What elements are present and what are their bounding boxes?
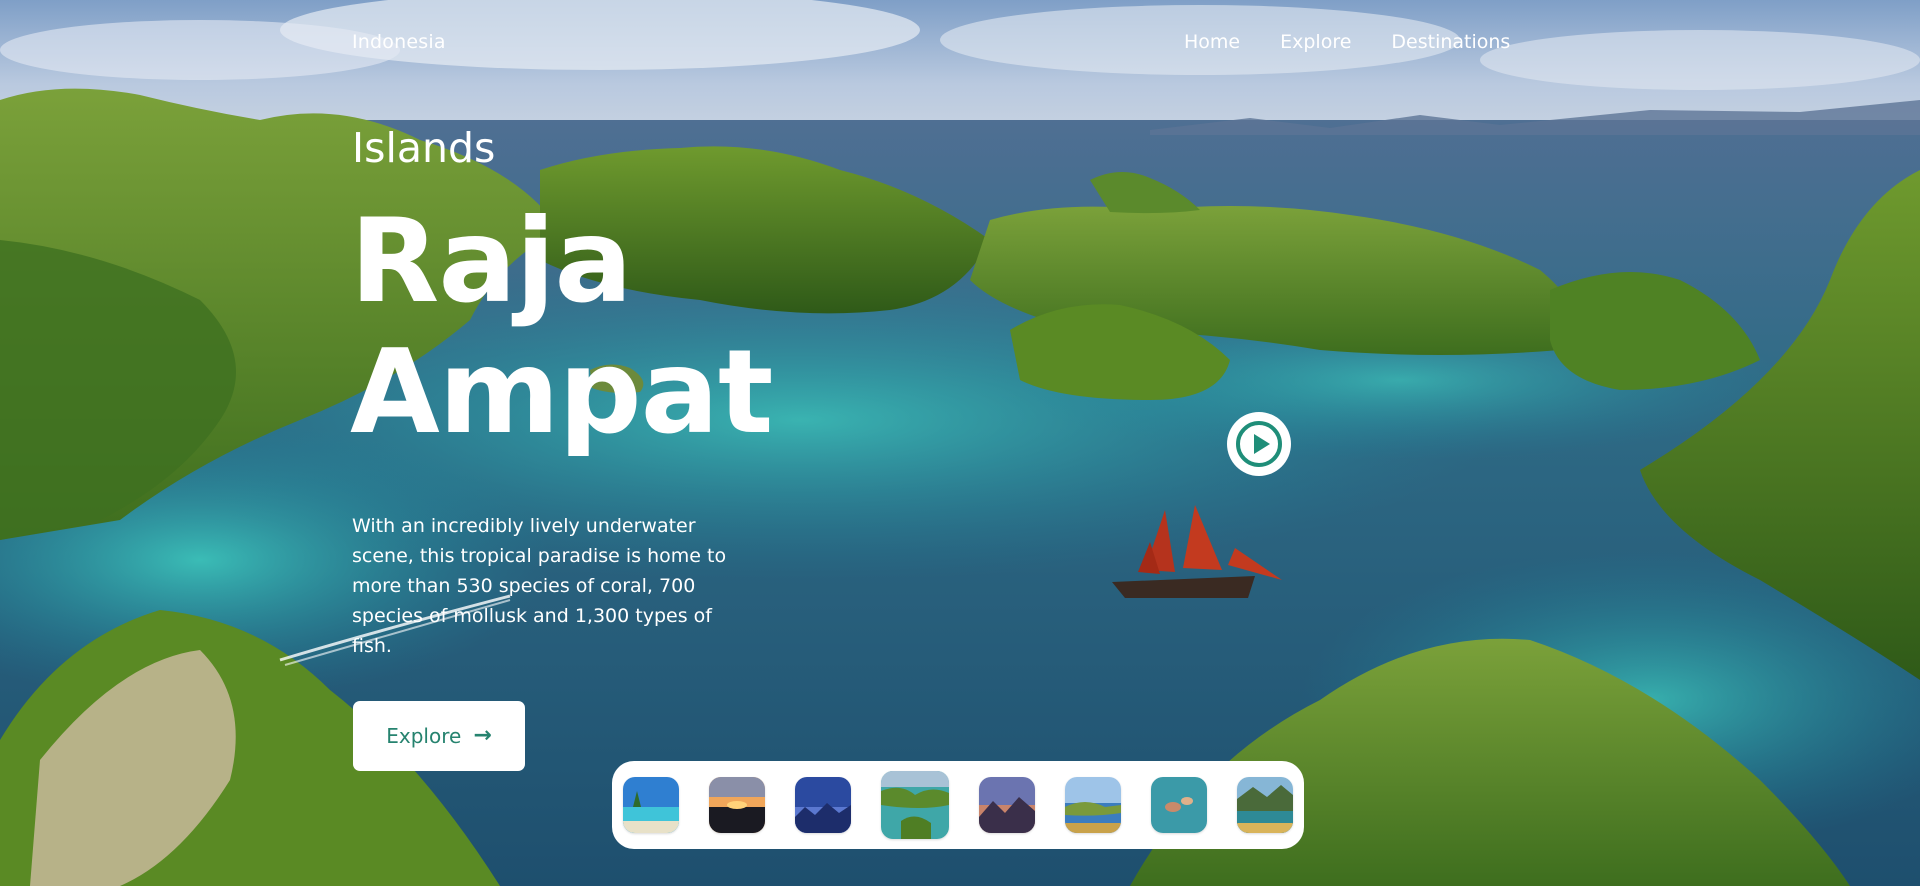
hero-title-line-2: Ampat (350, 325, 773, 460)
hero-title: Raja Ampat (350, 194, 773, 460)
thumbnail-lake[interactable] (1065, 777, 1121, 833)
explore-button-label: Explore (386, 724, 462, 748)
hero-description: With an incredibly lively underwater sce… (352, 515, 727, 657)
nav-explore-link[interactable]: Explore (1280, 31, 1351, 53)
hero-background-image (0, 0, 1920, 886)
hero-kicker: Islands (352, 124, 496, 172)
thumbnail-night-city[interactable] (795, 777, 851, 833)
play-video-button[interactable] (1227, 412, 1291, 476)
thumbnail-sunset[interactable] (709, 777, 765, 833)
main-nav: Home Explore Destinations (1184, 31, 1510, 53)
thumbnail-raja-ampat[interactable] (881, 771, 949, 839)
play-circle-icon (1236, 421, 1282, 467)
hero-title-line-1: Raja (350, 194, 633, 329)
thumbnail-lagoon[interactable] (1237, 777, 1293, 833)
nav-home-link[interactable]: Home (1184, 31, 1240, 53)
thumbnail-beach[interactable] (623, 777, 679, 833)
brand-logo-link[interactable]: Indonesia (352, 31, 446, 53)
explore-button[interactable]: Explore → (353, 701, 525, 771)
arrow-right-icon: → (473, 723, 492, 748)
nav-destinations-link[interactable]: Destinations (1391, 31, 1510, 53)
destination-thumbnail-strip (612, 761, 1304, 849)
thumbnail-mountain-dusk[interactable] (979, 777, 1035, 833)
thumbnail-snorkel[interactable] (1151, 777, 1207, 833)
